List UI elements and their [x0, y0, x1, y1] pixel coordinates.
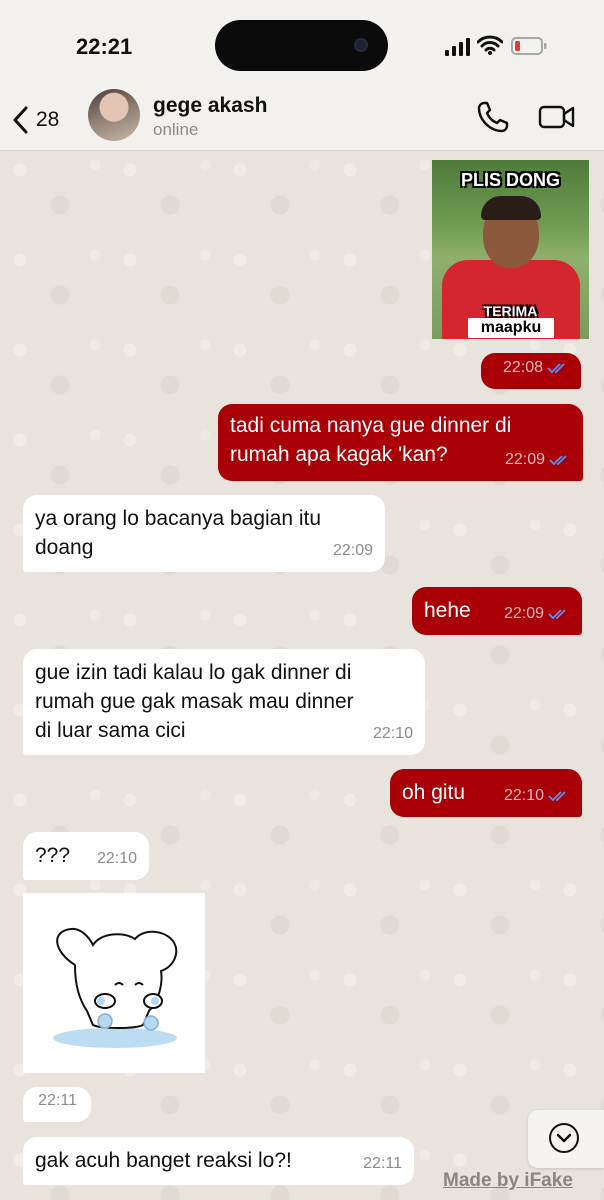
meme-caption-top: PLIS DONG: [460, 170, 560, 190]
message-time: 22:11: [363, 1155, 402, 1172]
message-bubble-incoming[interactable]: ??? 22:10: [23, 832, 149, 880]
double-check-icon: [548, 608, 566, 619]
message-meta: 22:11: [363, 1149, 402, 1178]
double-check-icon: [548, 790, 566, 801]
message-line: rumah gue gak masak mau dinner: [35, 690, 354, 713]
contact-name[interactable]: gege akash: [153, 94, 267, 118]
message-time: 22:10: [503, 787, 544, 804]
watermark: Made by iFake: [443, 1170, 573, 1191]
message-bubble-incoming[interactable]: gue izin tadi kalau lo gak dinner di rum…: [23, 649, 425, 755]
sticker-time-bubble: 22:11: [23, 1087, 91, 1122]
message-bubble-outgoing[interactable]: oh gitu 22:10: [390, 769, 582, 817]
chat-header: 28 gege akash online: [0, 89, 604, 151]
status-time: 22:21: [76, 34, 133, 59]
sticker-time-bubble: 22:08: [481, 353, 581, 389]
battery-icon: [511, 37, 547, 55]
unread-count: 28: [36, 108, 60, 131]
phone-icon[interactable]: [476, 100, 510, 134]
message-time: 22:09: [503, 605, 544, 622]
bunny-sticker[interactable]: [23, 893, 205, 1073]
camera-dot: [354, 38, 368, 52]
message-time: 22:11: [38, 1092, 77, 1109]
signal-icon: [445, 38, 470, 56]
meme-hair: [481, 196, 541, 220]
crying-bunny-illustration: [53, 927, 178, 1048]
message-bubble-outgoing[interactable]: hehe 22:09: [412, 587, 582, 635]
dynamic-island: [215, 20, 388, 71]
message-time: 22:09: [332, 542, 373, 559]
message-meta: 22:10: [97, 844, 137, 873]
message-line: doang: [35, 536, 94, 559]
contact-status: online: [153, 120, 199, 139]
message-meta: 22:10: [504, 781, 570, 810]
meme-caption-bottom-2: maapku: [468, 318, 554, 338]
status-bar: 22:21: [0, 0, 604, 92]
meme-caption-bottom-1: TERIMA: [483, 303, 538, 319]
message-meta: 22:09: [504, 599, 570, 628]
message-time: 22:10: [96, 850, 137, 867]
meme-sticker[interactable]: PLIS DONG TERIMA maapku: [432, 160, 589, 339]
message-meta: 22:08: [503, 353, 569, 382]
wifi-icon: [477, 35, 503, 55]
message-line: gak acuh banget reaksi lo?!: [35, 1149, 292, 1172]
double-check-icon: [549, 454, 567, 465]
scroll-down-button[interactable]: [528, 1110, 604, 1168]
message-meta: 22:10: [373, 719, 413, 748]
message-bubble-incoming[interactable]: ya orang lo bacanya bagian itu doang 22:…: [23, 495, 385, 572]
message-line: gue izin tadi kalau lo gak dinner di: [35, 661, 352, 684]
message-meta: 22:11: [38, 1086, 77, 1115]
double-check-icon: [547, 362, 565, 373]
message-bubble-incoming[interactable]: gak acuh banget reaksi lo?! 22:11: [23, 1137, 414, 1185]
scroll-down-icon: [549, 1123, 579, 1153]
message-meta: 22:09: [333, 536, 373, 565]
back-button[interactable]: 28: [12, 100, 59, 140]
message-time: 22:09: [504, 451, 545, 468]
message-time: 22:10: [372, 725, 413, 742]
message-line: di luar sama cici: [35, 719, 186, 742]
avatar[interactable]: [88, 89, 140, 141]
message-line: ya orang lo bacanya bagian itu: [35, 507, 322, 530]
back-chevron-icon: [13, 106, 28, 134]
message-meta: 22:09: [505, 445, 571, 474]
video-icon[interactable]: [538, 101, 576, 133]
message-bubble-outgoing[interactable]: tadi cuma nanya gue dinner di rumah apa …: [218, 404, 583, 481]
message-time: 22:08: [502, 359, 543, 376]
message-line: tadi cuma nanya gue dinner di: [230, 414, 512, 437]
